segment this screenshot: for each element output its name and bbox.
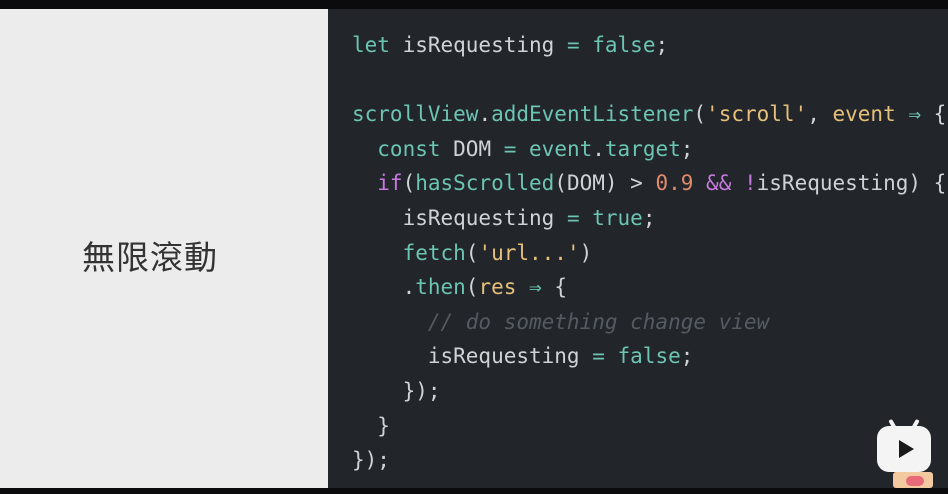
code-token: event [529,136,593,161]
bottom-bar [0,488,948,494]
code-token: res [478,275,530,300]
code-token: scrollView [352,102,479,127]
play-icon [899,440,914,458]
code-token: }); [352,448,390,473]
code-line: scrollView.addEventListener('scroll', ev… [352,97,946,132]
code-line: }); [352,374,946,409]
slide-left-panel: 無限滾動 [0,9,328,488]
code-line: // do something change view [352,305,946,340]
code-line: } [352,409,946,444]
code-token: isRequesting [402,33,567,57]
code-token: } [352,413,390,438]
code-token: ! [743,171,757,196]
code-token: ⇒ [908,102,934,127]
top-bar [0,0,948,9]
code-token: = [566,33,593,57]
code-token: ; [680,136,694,161]
code-token: false [617,344,681,369]
code-token: ) [579,240,593,265]
code-line: .then(res ⇒ { [352,270,946,305]
code-line: isRequesting = true; [352,201,946,236]
code-token: = [566,205,593,230]
code-token: (DOM) [554,171,631,196]
code-line: let isRequesting = false; [352,28,946,63]
code-token: 'url...' [478,240,580,265]
code-token: isRequesting) { [756,171,947,196]
code-token: && [706,171,744,196]
code-token: // do something change view [352,309,770,334]
code-token: ⇒ [529,275,555,300]
code-token: const [352,136,454,161]
code-token: 'scroll' [706,102,808,127]
code-line: isRequesting = false; [352,339,946,374]
code-token: fetch [352,240,466,265]
code-line: }); [352,443,946,478]
code-token: if [352,171,403,196]
code-token: ( [465,275,479,300]
code-token: event [832,102,909,127]
code-token: . [478,102,492,127]
code-token: hasScrolled [415,171,555,196]
code-line: const DOM = event.target; [352,132,946,167]
code-token: false [592,33,656,57]
code-line: fetch('url...') [352,236,946,271]
code-token: = [592,344,618,369]
code-token: ( [693,102,707,127]
code-token: { [933,102,947,127]
code-token: { [554,275,567,300]
play-button[interactable] [877,426,931,472]
code-token: = [503,136,530,161]
code-token: ; [680,344,694,369]
code-token: DOM [453,136,504,161]
code-token: > [630,171,656,196]
code-block: let isRequesting = false; scrollView.add… [352,28,946,478]
code-token: target [604,136,681,161]
code-token: then [415,275,466,300]
code-token: isRequesting [352,205,567,230]
code-token: addEventListener [491,102,694,127]
code-token: }); [352,378,441,403]
code-token: , [807,102,833,127]
code-token: isRequesting [352,344,593,369]
code-token: 0.9 [655,171,707,196]
code-token: ( [465,240,479,265]
slide-title: 無限滾動 [82,238,218,277]
code-line: if(hasScrolled(DOM) > 0.9 && !isRequesti… [352,166,946,201]
code-token: true [592,205,643,230]
code-token: ( [402,171,416,196]
code-token: ; [655,33,669,57]
code-token: . [352,275,416,300]
badge-mark-icon [906,476,924,486]
code-token: let [352,33,403,57]
code-token: . [592,136,605,161]
code-token: ; [642,205,656,230]
